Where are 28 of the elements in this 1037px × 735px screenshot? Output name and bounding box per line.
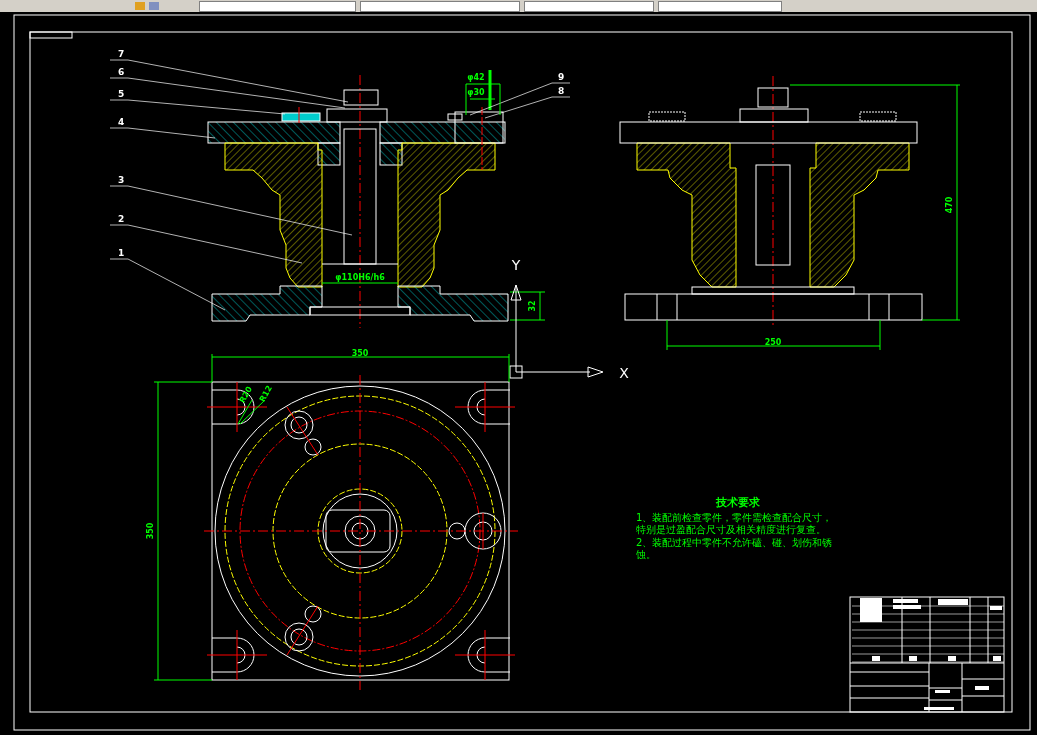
dropdown-field[interactable]: [360, 0, 520, 12]
dimension-text: 32: [528, 300, 537, 312]
dimension-text: 250: [764, 338, 782, 347]
part-number: 6: [118, 67, 125, 77]
dropdown-field[interactable]: [199, 0, 356, 12]
dimension-text: φ42: [467, 73, 485, 82]
y-axis-label: Y: [511, 257, 521, 273]
part-number: 3: [118, 175, 125, 185]
part-number: 8: [558, 86, 565, 96]
requirements-title: 技术要求: [715, 496, 761, 510]
part-number: 7: [118, 49, 125, 59]
dimension-line: [509, 291, 546, 321]
part-number: 9: [558, 72, 565, 82]
dropdown-field[interactable]: [524, 0, 654, 12]
dropdown-field[interactable]: [658, 0, 782, 12]
dimension-text: φ110H6/h6: [335, 273, 385, 282]
part-number: 5: [118, 89, 125, 99]
requirement-text: 1、装配前检查零件，零件需检查配合尺寸，特别是过盈配合尺寸及相关精度进行复查。: [636, 511, 834, 537]
requirement-text: 2、装配过程中零件不允许磕、碰、划伤和锈蚀。: [636, 536, 834, 562]
dimension-text: φ30: [467, 88, 485, 97]
dimension-text: 350: [351, 349, 369, 358]
ucs-axes-icon: [509, 284, 604, 379]
dimension-text: 350: [146, 522, 155, 540]
part-number: 1: [118, 248, 125, 258]
dimension-text: 470: [945, 196, 954, 214]
part-number: 2: [118, 214, 125, 224]
x-axis-label: X: [619, 365, 629, 381]
part-number: 4: [118, 117, 125, 127]
